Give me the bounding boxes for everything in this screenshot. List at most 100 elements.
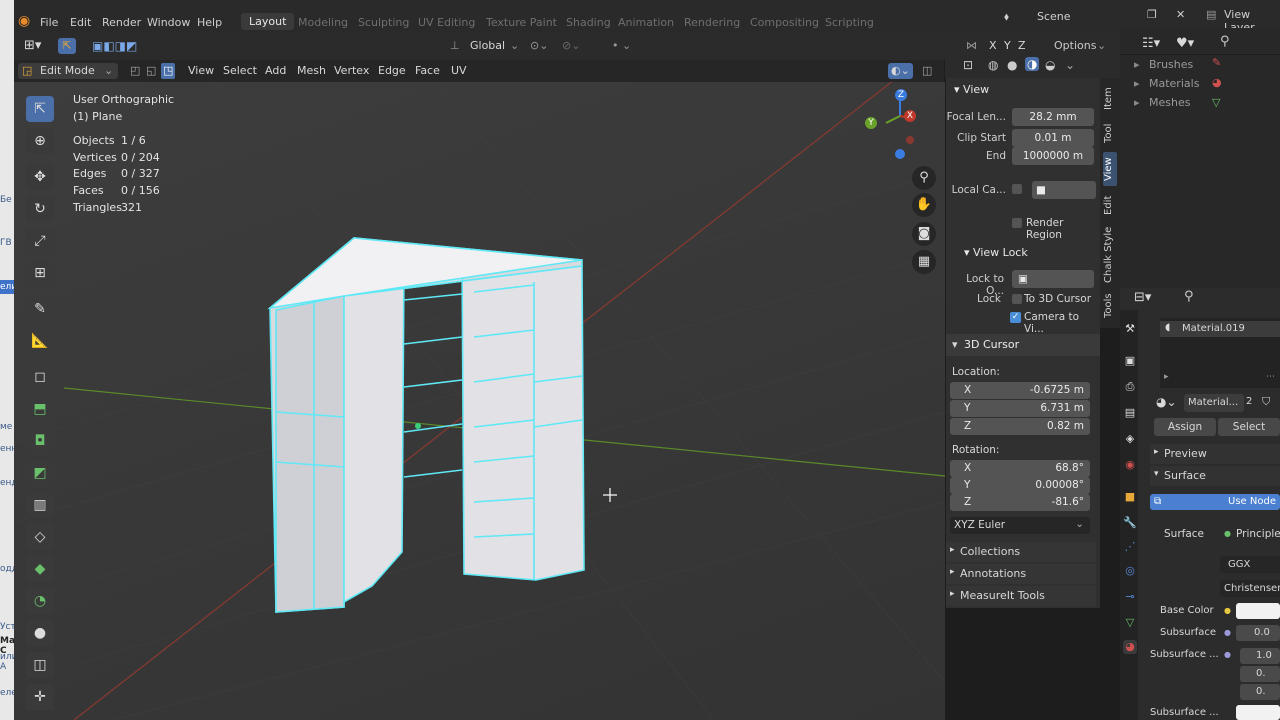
cursor-location-y[interactable]: Y 6.731 m (950, 400, 1090, 417)
bevel-tool-icon[interactable]: ◩ (26, 460, 54, 486)
cursor-rotation-z[interactable]: Z -81.6° (950, 494, 1090, 511)
gizmo-y-label[interactable]: Y (865, 117, 877, 129)
rendered-shading-icon[interactable]: ◒ (1045, 58, 1055, 72)
cursor-panel-header[interactable]: ▾ 3D Cursor (946, 334, 1100, 356)
subsurface-method-dropdown[interactable]: Christensen (1220, 580, 1280, 597)
base-color-swatch[interactable] (1236, 603, 1280, 619)
scene-icon[interactable]: ⬧ (1004, 10, 1009, 24)
edge-select-icon[interactable]: ◱ (146, 63, 156, 79)
material-users-count[interactable]: 2 (1246, 396, 1252, 407)
menu-mesh[interactable]: Mesh (297, 63, 326, 79)
scale-tool-icon[interactable]: ⤢ (26, 228, 54, 254)
material-preview-icon[interactable]: ◑ (1025, 57, 1040, 71)
blender-logo-icon[interactable]: ◉ (18, 13, 30, 29)
local-camera-checkbox[interactable] (1012, 184, 1022, 194)
tab-edit[interactable]: Edit (1103, 192, 1117, 218)
panel-view-header[interactable]: ▾ View (954, 83, 989, 96)
navigation-gizmo[interactable]: Z X Y (862, 86, 933, 166)
mirror-y[interactable]: Y (1004, 38, 1011, 54)
menu-window[interactable]: Window (147, 16, 190, 29)
properties-editor-icon[interactable]: ⊟▾ (1134, 290, 1151, 305)
tab-item[interactable]: Item (1103, 84, 1117, 114)
xray-icon[interactable]: ◫ (922, 63, 932, 79)
render-properties-icon[interactable]: ▣ (1123, 354, 1137, 368)
select-tool-icon[interactable]: ⇱ (58, 38, 76, 54)
smooth-tool-icon[interactable]: ● (26, 620, 54, 646)
focal-length-field[interactable]: 28.2 mm (1012, 108, 1094, 126)
mode-selector[interactable]: ◲ Edit Mode ⌄ (18, 63, 118, 79)
chevron-down-icon[interactable]: ⌄ (1065, 58, 1075, 72)
gizmo-z-label[interactable]: Z (895, 89, 907, 101)
spin-tool-icon[interactable]: ◔ (26, 588, 54, 614)
cursor-location-x[interactable]: X -0.6725 m (950, 382, 1090, 399)
pan-hand-icon[interactable]: ✋ (912, 193, 936, 217)
material-slot-row[interactable]: ◖ Material.019 (1160, 321, 1280, 337)
menu-edge[interactable]: Edge (378, 63, 406, 79)
subsurface-color-swatch[interactable] (1236, 705, 1280, 720)
view-layer-properties-icon[interactable]: ▤ (1123, 406, 1137, 420)
cursor-tool-icon[interactable]: ⊕ (26, 128, 54, 154)
cursor-rotation-x[interactable]: X 68.8° (950, 460, 1090, 477)
physics-properties-icon[interactable]: ◎ (1123, 564, 1137, 578)
menu-view[interactable]: View (188, 63, 214, 79)
subsurface-field[interactable]: 0.0 (1236, 625, 1280, 641)
fake-user-shield-icon[interactable]: ⛉ (1262, 395, 1270, 409)
tab-scripting[interactable]: Scripting (825, 16, 874, 29)
scene-name[interactable]: Scene (1037, 10, 1071, 23)
search-icon[interactable]: ⚲ (1184, 289, 1194, 304)
menu-face[interactable]: Face (415, 63, 440, 79)
tab-animation[interactable]: Animation (618, 16, 674, 29)
add-cube-tool-icon[interactable]: ◻ (26, 364, 54, 390)
subsurface-radius-y[interactable]: 0. (1240, 666, 1280, 682)
overlay-toggle-icon[interactable]: ◐⌄ (888, 63, 913, 79)
output-properties-icon[interactable]: ⎙ (1123, 380, 1137, 394)
move-tool-icon[interactable]: ✥ (26, 164, 54, 190)
particles-properties-icon[interactable]: ⋰ (1123, 540, 1137, 554)
tab-tool[interactable]: Tool (1103, 120, 1117, 146)
measure-tool-icon[interactable]: 📐 (26, 328, 54, 354)
poly-build-tool-icon[interactable]: ◆ (26, 556, 54, 582)
mirror-icon[interactable]: ⋈ (966, 38, 977, 54)
wireframe-shading-icon[interactable]: ◍ (988, 58, 998, 72)
mirror-z[interactable]: Z (1018, 38, 1026, 54)
view-lock-header[interactable]: ▾ View Lock (964, 246, 1028, 259)
tab-compositing[interactable]: Compositing (750, 16, 819, 29)
annotate-tool-icon[interactable]: ✎ (26, 296, 54, 322)
new-scene-icon[interactable]: ❐ (1147, 8, 1157, 21)
data-properties-icon[interactable]: ▽ (1123, 616, 1137, 630)
menu-uv[interactable]: UV (451, 63, 467, 79)
camera-view-icon[interactable]: ◙ (912, 222, 936, 246)
world-properties-icon[interactable]: ◉ (1123, 458, 1137, 472)
tab-rendering[interactable]: Rendering (684, 16, 740, 29)
local-camera-field[interactable]: ■ (1032, 181, 1096, 199)
tab-sculpting[interactable]: Sculpting (358, 16, 409, 29)
outliner-editor-icon[interactable]: ☷▾ (1142, 36, 1160, 51)
loop-cut-tool-icon[interactable]: ▥ (26, 492, 54, 518)
outliner-item-materials[interactable]: Materials (1149, 77, 1199, 90)
tab-view[interactable]: View (1103, 152, 1117, 186)
material-name-field[interactable]: Material... (1184, 394, 1244, 412)
object-properties-icon[interactable]: ■ (1123, 490, 1137, 504)
shrink-tool-icon[interactable]: ✛ (26, 684, 54, 710)
clip-end-field[interactable]: 1000000 m (1012, 147, 1094, 165)
tool-properties-icon[interactable]: ⚒ (1123, 322, 1137, 336)
knife-tool-icon[interactable]: ◇ (26, 524, 54, 550)
tab-modeling[interactable]: Modeling (298, 16, 348, 29)
lock-object-field[interactable]: ▣ (1012, 270, 1094, 288)
transform-orientation-dropdown[interactable]: Global (470, 38, 505, 54)
cursor-location-z[interactable]: Z 0.82 m (950, 418, 1090, 435)
menu-file[interactable]: File (40, 16, 58, 29)
select-mode-icons[interactable]: ▣◧◨◩ (92, 38, 137, 54)
tab-shading[interactable]: Shading (566, 16, 611, 29)
subsurface-radius-z[interactable]: 0. (1240, 684, 1280, 700)
vertex-select-icon[interactable]: ◰ (130, 63, 140, 79)
zoom-icon[interactable]: ⚲ (912, 166, 936, 190)
surface-shader-field[interactable]: Principle (1236, 528, 1280, 540)
material-slot-list[interactable]: ◖ Material.019 ▸ ⋯ (1160, 318, 1280, 388)
render-region-checkbox[interactable] (1012, 218, 1022, 228)
menu-select[interactable]: Select (223, 63, 257, 79)
extrude-tool-icon[interactable]: ⬒ (26, 396, 54, 422)
edge-slide-tool-icon[interactable]: ◫ (26, 652, 54, 678)
expand-icon[interactable]: ▸ (1134, 96, 1140, 109)
surface-panel-header[interactable]: ▾ Surface (1150, 466, 1280, 486)
